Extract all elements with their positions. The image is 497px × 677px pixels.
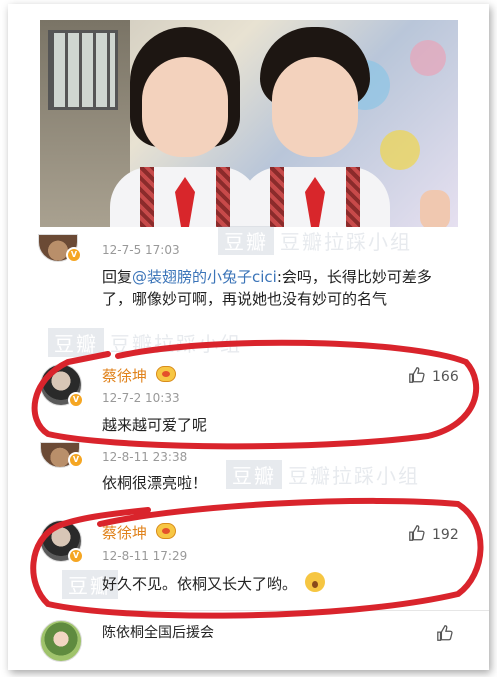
username[interactable]: 蔡徐坤 — [102, 365, 147, 386]
screenshot-frame: 豆瓣 豆瓣拉踩小组 豆瓣 豆瓣拉踩小组 豆瓣 豆瓣拉踩小组 豆瓣 V 12-7-5 1… — [8, 4, 489, 670]
mention-link[interactable]: @装翅膀的小兔子cici — [132, 268, 277, 286]
comment-username[interactable]: 陈依桐全国后援会 — [102, 622, 214, 644]
avatar[interactable] — [40, 620, 82, 662]
comment-time: 12-8-11 17:29 — [102, 549, 188, 563]
watermark: 豆瓣 豆瓣拉踩小组 — [226, 460, 420, 489]
comment-time: 12-7-2 10:33 — [102, 391, 180, 405]
crown-icon — [156, 366, 176, 382]
thumbs-up-icon — [437, 625, 453, 641]
divider — [104, 610, 489, 611]
verified-badge-icon: V — [68, 392, 84, 408]
sweat-smile-emoji-icon — [305, 572, 326, 592]
like-count: 166 — [432, 369, 459, 385]
comment-text: 回复@装翅膀的小兔子cici:会吗，长得比妙可差多了，哪像妙可啊，再说她也没有妙… — [102, 268, 432, 308]
verified-badge-icon: V — [66, 247, 82, 263]
crown-icon — [156, 523, 176, 539]
thumbs-up-icon — [409, 367, 425, 383]
watermark: 豆瓣 豆瓣拉踩小组 — [218, 226, 412, 255]
comment-text: 越来越可爱了呢 — [102, 416, 208, 434]
username[interactable]: 蔡徐坤 — [102, 522, 147, 543]
comment-text: 依桐很漂亮啦！ — [102, 474, 208, 492]
like-count: 192 — [432, 527, 459, 543]
verified-badge-icon: V — [68, 548, 84, 564]
like-button[interactable] — [436, 624, 460, 643]
like-button[interactable]: 166 — [408, 366, 459, 385]
annotation-circle-1 — [31, 339, 480, 450]
comment-time: 12-8-11 23:38 — [102, 450, 188, 464]
comment-time: 12-7-5 17:03 — [102, 243, 180, 257]
comment-text: 好久不见。依桐又长大了哟。 — [102, 572, 326, 595]
watermark: 豆瓣 豆瓣拉踩小组 — [48, 328, 242, 357]
post-photo[interactable] — [40, 20, 458, 227]
verified-badge-icon: V — [68, 452, 84, 468]
like-button[interactable]: 192 — [408, 524, 459, 543]
thumbs-up-icon — [409, 525, 425, 541]
